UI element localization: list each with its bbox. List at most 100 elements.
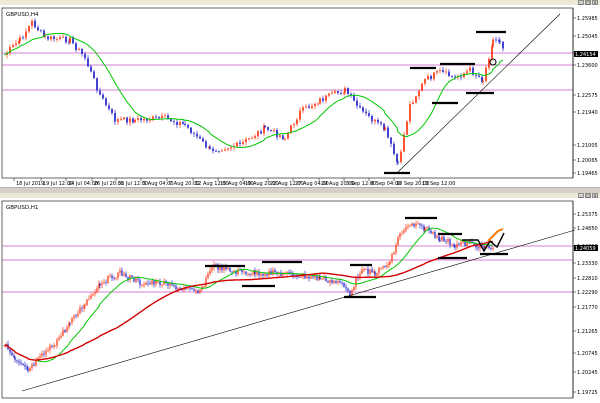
candle-body (73, 315, 75, 318)
candle-body (41, 353, 43, 356)
candle-body (462, 241, 464, 243)
candle-body (161, 284, 163, 286)
candle-body (427, 75, 429, 80)
candle-body (248, 138, 250, 140)
candle-body (169, 283, 171, 286)
candle-body (409, 225, 411, 227)
price-tick-label: 1.23600 (577, 63, 598, 69)
candle-body (215, 263, 217, 265)
candle-body (421, 83, 423, 91)
candle-body (376, 273, 378, 276)
candle-body (243, 271, 245, 273)
candle-body (418, 90, 420, 97)
candle-body (413, 223, 415, 227)
price-tick-label: 1.21940 (577, 110, 598, 116)
candle-body (236, 142, 238, 147)
price-tick-label: 1.23330 (577, 261, 598, 267)
chart-canvas-h4[interactable]: 1.259851.250451.241051.236001.225751.219… (0, 0, 600, 188)
candle-body (72, 37, 74, 44)
candle-body (211, 267, 213, 271)
candle-body (99, 90, 101, 95)
candle-body (39, 355, 41, 358)
candle-body (47, 350, 49, 351)
candle-body (448, 71, 450, 77)
candle-body (439, 240, 441, 242)
candle-body (400, 151, 402, 163)
candle-body (195, 290, 197, 292)
candle-body (406, 121, 408, 135)
candle-body (371, 115, 373, 122)
candle-body (356, 100, 358, 106)
candle-body (126, 117, 128, 123)
moving-average-slow (3, 240, 494, 361)
candle-body (443, 236, 445, 242)
chart-canvas-h1[interactable]: 1.253751.248501.240901.238301.233301.228… (0, 193, 600, 403)
candle-body (107, 276, 109, 283)
candle-body (247, 274, 249, 275)
candle-body (266, 274, 268, 276)
candle-body (451, 76, 453, 78)
candle-body (412, 102, 414, 105)
time-tick-label: 13 Sep 12:00 (422, 181, 455, 187)
candle-body (145, 282, 147, 285)
candle-body (103, 282, 105, 284)
candle-body (267, 127, 269, 131)
candle-body (286, 272, 288, 273)
candle-body (347, 87, 349, 94)
candle-body (492, 39, 494, 47)
candle-body (368, 113, 370, 116)
candle-body (424, 79, 426, 84)
candle-body (319, 98, 321, 104)
candle-body (377, 119, 379, 123)
candle-body (199, 290, 201, 294)
candle-body (419, 223, 421, 226)
candle-body (125, 273, 127, 277)
candle-body (149, 283, 151, 285)
chart-window-h4[interactable]: _ □ × GBPUSD,H4 1.259851.250451.241051.2… (0, 0, 600, 188)
candle-body (458, 243, 460, 245)
candle-body (365, 111, 367, 114)
candle-body (433, 72, 435, 80)
candle-body (83, 305, 85, 309)
candle-body (123, 117, 125, 120)
candle-body (380, 267, 382, 269)
candle-body (257, 131, 259, 137)
candle-body (334, 91, 336, 93)
candle-body (327, 281, 329, 283)
candle-body (345, 286, 347, 289)
candle-body (353, 95, 355, 101)
candle-body (331, 279, 333, 283)
candle-body (81, 307, 83, 309)
price-tick-label: 1.20745 (577, 351, 598, 357)
candle-body (284, 138, 286, 140)
candle-body (65, 36, 67, 43)
candle-body (393, 252, 395, 255)
candle-body (249, 274, 251, 275)
candle-body (120, 119, 122, 120)
candle-body (241, 269, 243, 273)
candle-body (409, 104, 411, 122)
candle-body (90, 66, 92, 72)
candle-body (33, 364, 35, 366)
candle-body (311, 105, 313, 108)
candle-body (312, 276, 314, 278)
candle-body (105, 98, 107, 106)
price-tick-label: 1.20065 (577, 158, 598, 164)
candle-body (296, 119, 298, 125)
candle-body (279, 135, 281, 137)
candle-body (260, 131, 262, 134)
candle-body (417, 223, 419, 225)
candle-body (498, 39, 500, 42)
candle-body (35, 360, 37, 366)
candle-body (207, 273, 209, 279)
candle-body (205, 141, 207, 148)
candle-body (11, 352, 13, 356)
candle-body (197, 290, 199, 294)
chart-window-h1[interactable]: _ □ × GBPUSD,H1 1.253751.248501.240901.2… (0, 193, 600, 403)
candle-body (317, 103, 319, 105)
candle-body (454, 76, 456, 78)
candle-body (59, 37, 61, 39)
candle-body (491, 46, 493, 59)
candle-body (264, 274, 266, 276)
candle-body (456, 243, 458, 248)
